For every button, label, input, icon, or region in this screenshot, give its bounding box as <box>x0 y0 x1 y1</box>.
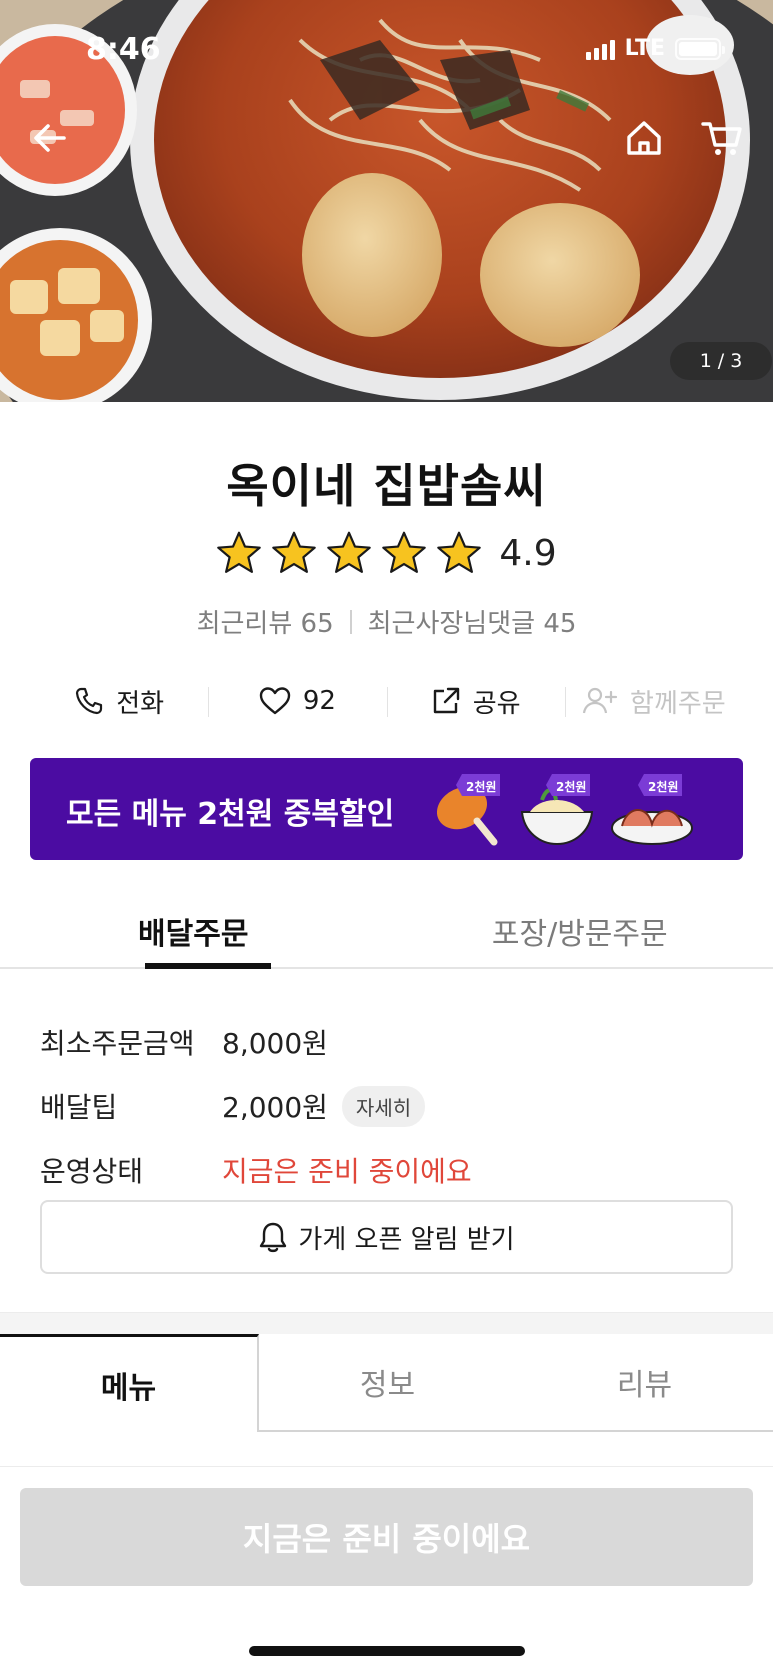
add-person-icon <box>582 687 618 714</box>
home-icon <box>627 121 661 155</box>
star-icon <box>437 531 482 573</box>
star-icon <box>382 531 427 573</box>
review-summary: 최근리뷰 65 최근사장님댓글 45 <box>0 603 773 640</box>
store-name: 옥이네 집밥솜씨 <box>226 459 547 513</box>
tab-info[interactable]: 정보 <box>259 1334 516 1432</box>
recent-reviews-link[interactable]: 최근리뷰 65 <box>197 603 334 640</box>
tab-menu[interactable]: 메뉴 <box>0 1334 259 1432</box>
share-button[interactable]: 공유 <box>386 675 565 727</box>
divider <box>0 1466 773 1467</box>
delivery-tip-row: 배달팁 2,000원 자세히 <box>40 1074 472 1138</box>
order-cta-button[interactable]: 지금은 준비 중이에요 <box>20 1488 753 1586</box>
image-counter-separator: / <box>717 350 725 372</box>
share-icon <box>433 687 459 714</box>
delivery-tip-label: 배달팁 <box>40 1091 118 1124</box>
min-order-label: 최소주문금액 <box>40 1027 195 1060</box>
order-type-tabs: 배달주문 포장/방문주문 <box>0 895 773 969</box>
store-actions: 전화 92 공유 함께주문 <box>30 675 743 727</box>
min-order-value: 8,000원 <box>222 1027 328 1060</box>
open-alarm-button[interactable]: 가게 오픈 알림 받기 <box>40 1200 733 1274</box>
status-label: 운영상태 <box>40 1155 144 1188</box>
group-order-button[interactable]: 함께주문 <box>564 675 743 727</box>
image-counter-current: 1 <box>699 350 712 372</box>
cart-button[interactable] <box>696 112 748 164</box>
image-counter: 1 / 3 <box>670 342 772 380</box>
delivery-info: 최소주문금액 8,000원 배달팁 2,000원 자세히 운영상태 지금은 준비… <box>40 1010 472 1202</box>
min-order-row: 최소주문금액 8,000원 <box>40 1010 472 1074</box>
arrow-left-icon <box>34 124 66 152</box>
delivery-tip-detail-button[interactable]: 자세히 <box>341 1085 426 1127</box>
cart-icon <box>701 122 742 155</box>
rating-value: 4.9 <box>499 532 557 574</box>
star-icon <box>327 531 372 573</box>
section-tabs: 메뉴 정보 리뷰 <box>0 1334 773 1432</box>
tab-delivery-order[interactable]: 배달주문 <box>0 895 387 969</box>
back-button[interactable] <box>24 112 76 164</box>
status-time: 8:46 <box>86 32 161 67</box>
home-indicator <box>249 1646 525 1656</box>
like-button[interactable]: 92 <box>208 675 386 727</box>
share-label: 공유 <box>472 688 521 719</box>
promo-banner[interactable]: 모든 메뉴 2천원 중복할인 2천원 2천원 2천원 <box>30 758 743 860</box>
star-icon <box>272 531 317 573</box>
section-divider <box>0 1312 773 1334</box>
signal-icon <box>585 38 615 60</box>
owner-replies-link[interactable]: 최근사장님댓글 45 <box>368 603 577 640</box>
open-alarm-label: 가게 오픈 알림 받기 <box>298 1224 515 1255</box>
status-row: 운영상태 지금은 준비 중이에요 <box>40 1138 472 1202</box>
promo-badge: 2천원 <box>556 779 586 794</box>
tab-pickup-order[interactable]: 포장/방문주문 <box>387 895 773 967</box>
star-icon <box>217 531 262 573</box>
promo-food-illustration: 2천원 2천원 2천원 <box>436 774 693 846</box>
status-indicators: LTE <box>585 36 725 61</box>
network-label: LTE <box>624 36 665 61</box>
promo-text: 모든 메뉴 2천원 중복할인 <box>66 797 395 832</box>
store-hero-image[interactable]: 8:46 LTE 1 / 3 <box>0 0 773 402</box>
delivery-tip-value: 2,000원 <box>222 1091 328 1124</box>
status-value: 지금은 준비 중이에요 <box>222 1155 472 1188</box>
divider <box>349 609 352 634</box>
phone-icon <box>76 687 103 715</box>
heart-icon <box>259 687 291 715</box>
promo-badge: 2천원 <box>648 779 678 794</box>
group-order-label: 함께주문 <box>630 688 726 719</box>
image-counter-total: 3 <box>730 350 743 372</box>
bell-icon <box>260 1222 287 1253</box>
battery-icon <box>675 37 725 60</box>
call-button[interactable]: 전화 <box>30 675 208 727</box>
call-label: 전화 <box>116 688 165 719</box>
home-button[interactable] <box>618 112 670 164</box>
tab-reviews[interactable]: 리뷰 <box>516 1334 773 1432</box>
promo-badge: 2천원 <box>466 779 496 794</box>
rating-row: 4.9 <box>0 530 773 576</box>
like-count: 92 <box>302 686 336 716</box>
